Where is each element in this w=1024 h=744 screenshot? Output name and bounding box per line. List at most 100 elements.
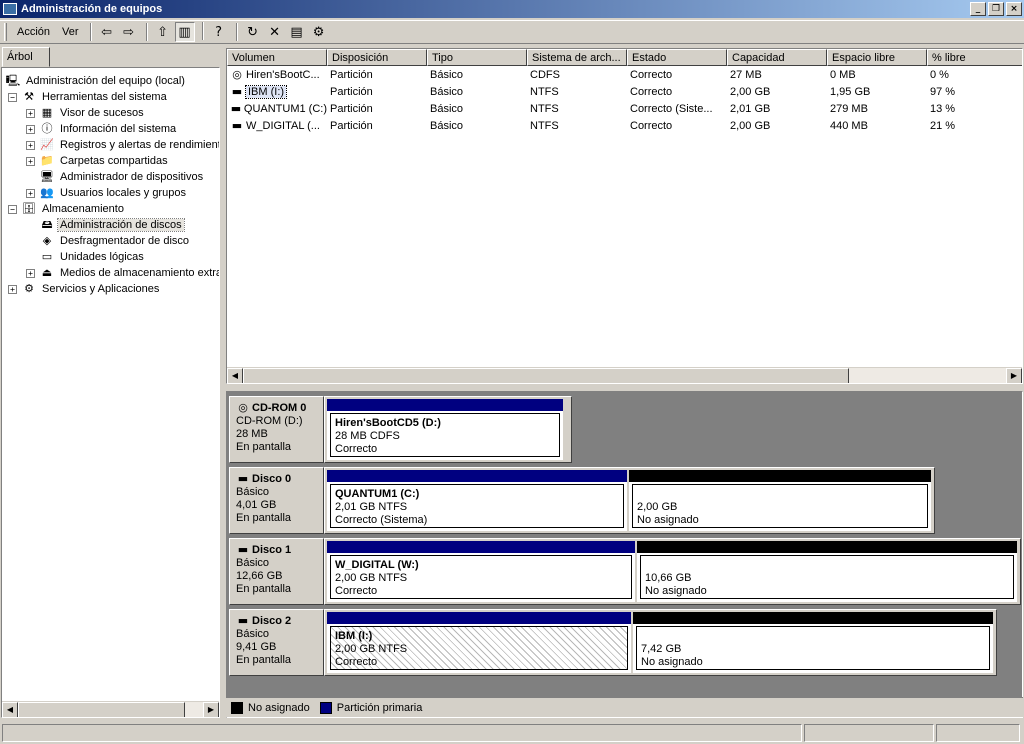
disk-info-3[interactable]: ▬ Disco 2 Básico 9,41 GB En pantalla [229, 609, 324, 676]
scroll-right-icon[interactable]: ▶ [203, 702, 219, 717]
tree-item-device-manager[interactable]: 🖥 Administrador de dispositivos [26, 169, 205, 185]
volume-name-cell[interactable]: ▬ IBM (I:) [227, 84, 327, 100]
volume-name: IBM (I:) [244, 85, 288, 99]
partition-body: 7,42 GB No asignado [636, 626, 990, 670]
legend-swatch [319, 701, 332, 714]
tree-item-defrag[interactable]: ◈ Desfragmentador de disco [26, 233, 191, 249]
disk-info-2[interactable]: ▬ Disco 1 Básico 12,66 GB En pantalla [229, 538, 324, 605]
scroll-right-icon[interactable]: ▶ [1006, 368, 1022, 383]
tree-horizontal-scrollbar[interactable]: ◀ ▶ [2, 701, 219, 717]
disk-size: 9,41 GB [236, 641, 277, 653]
up-folder-icon[interactable]: ⇧ [153, 22, 173, 42]
tree-item-services[interactable]: + ⚙ Servicios y Aplicaciones [8, 281, 161, 297]
scroll-thumb[interactable] [18, 702, 185, 717]
volume-name-cell[interactable]: ▬ W_DIGITAL (... [227, 118, 327, 134]
delete-icon[interactable]: ✕ [265, 22, 285, 42]
tree-line [26, 172, 35, 182]
scroll-left-icon[interactable]: ◀ [227, 368, 243, 383]
properties-icon[interactable]: ▤ [287, 22, 307, 42]
expander-icon[interactable]: + [26, 188, 35, 198]
partition-color-bar [633, 612, 993, 624]
help-icon[interactable]: ? [209, 22, 229, 42]
list-horizontal-scrollbar[interactable]: ◀ ▶ [227, 367, 1022, 383]
close-button[interactable]: × [1006, 2, 1022, 16]
expander-icon[interactable]: + [26, 108, 35, 118]
tree-item-label: Medios de almacenamiento extraí [60, 267, 220, 279]
tree-item-logical-drive[interactable]: ▭ Unidades lógicas [26, 249, 146, 265]
column-header[interactable]: Volumen [227, 49, 327, 66]
disk-status: En pantalla [236, 583, 292, 595]
tree-item-label: Usuarios locales y grupos [60, 187, 186, 199]
unallocated-space[interactable]: 7,42 GB No asignado [633, 612, 993, 673]
disk-size: 4,01 GB [236, 499, 277, 511]
menu-ver[interactable]: Ver [56, 24, 85, 40]
expander-icon[interactable]: + [8, 284, 17, 294]
column-header[interactable]: Sistema de arch... [527, 49, 627, 66]
expander-icon[interactable]: + [26, 268, 35, 278]
tree-item-performance[interactable]: + 📈 Registros y alertas de rendimient [26, 137, 219, 153]
tab-arbol[interactable]: Árbol [2, 47, 50, 67]
tree-item-label: Unidades lógicas [60, 251, 144, 263]
disk-info-0[interactable]: ◎ CD-ROM 0 CD-ROM (D:) 28 MB En pantalla [229, 396, 324, 463]
volume-name-cell[interactable]: ▬ QUANTUM1 (C:) [227, 101, 327, 117]
tree-item-computer[interactable]: 🖳 Administración del equipo (local) [5, 73, 187, 89]
toolbar-separator [89, 23, 92, 41]
hard-drive-icon: ▬ [231, 119, 243, 132]
forward-arrow-icon[interactable]: ⇨ [119, 22, 139, 42]
volume-name-cell[interactable]: ◎ Hiren'sBootC... [227, 67, 327, 83]
tree-line [26, 220, 35, 230]
unallocated-space[interactable]: 10,66 GB No asignado [637, 541, 1017, 602]
expander-icon[interactable]: + [26, 156, 35, 166]
tree-item-label: Administración del equipo (local) [26, 75, 185, 87]
tree-item-shared-folder[interactable]: + 📁 Carpetas compartidas [26, 153, 170, 169]
column-header[interactable]: Disposición [327, 49, 427, 66]
tree-item-event-viewer[interactable]: + ▦ Visor de sucesos [26, 105, 146, 121]
restore-button[interactable]: ❐ [988, 2, 1004, 16]
window-title: Administración de equipos [21, 3, 163, 15]
primary-partition[interactable]: QUANTUM1 (C:) 2,01 GB NTFS Correcto (Siste… [327, 470, 627, 531]
tree-item-storage[interactable]: − 🗄 Almacenamiento [8, 201, 126, 217]
tree-item-system-info[interactable]: + ⓘ Información del sistema [26, 121, 178, 137]
tree-item-tools[interactable]: − ⚒ Herramientas del sistema [8, 89, 169, 105]
primary-partition[interactable]: Hiren'sBootCD5 (D:) 28 MB CDFS Correcto [327, 399, 563, 460]
settings-icon[interactable]: ⚙ [309, 22, 329, 42]
partition-color-bar [327, 612, 631, 624]
table-cell: 440 MB [830, 120, 868, 132]
volume-name: W_DIGITAL (... [246, 120, 320, 132]
back-arrow-icon[interactable]: ⇦ [97, 22, 117, 42]
primary-partition[interactable]: IBM (I:) 2,00 GB NTFS Correcto [327, 612, 631, 673]
table-cell: Correcto [630, 120, 673, 132]
tree-item-label: Desfragmentador de disco [60, 235, 190, 247]
column-header[interactable]: Capacidad [727, 49, 827, 66]
column-header[interactable]: Tipo [427, 49, 527, 66]
show-hide-tree-icon[interactable]: ▥ [174, 22, 195, 42]
cdrom-icon: ◎ [238, 401, 248, 414]
refresh-icon[interactable]: ↻ [243, 22, 263, 42]
expander-icon[interactable]: − [8, 204, 17, 214]
menu-accion[interactable]: Acción [11, 24, 56, 40]
console-tree: 🖳 Administración del equipo (local) − ⚒ Herr… [1, 67, 220, 718]
column-header[interactable]: Estado [627, 49, 727, 66]
unallocated-space[interactable]: 2,00 GB No asignado [629, 470, 931, 531]
scroll-thumb[interactable] [243, 368, 849, 383]
event-viewer-icon: ▦ [41, 106, 53, 119]
disk-info-1[interactable]: ▬ Disco 0 Básico 4,01 GB En pantalla [229, 467, 324, 534]
column-header[interactable]: Espacio libre [827, 49, 927, 66]
expander-icon[interactable]: + [26, 124, 35, 134]
tree-item-users[interactable]: + 👥 Usuarios locales y grupos [26, 185, 188, 201]
column-header[interactable]: % libre [927, 49, 1022, 66]
primary-partition[interactable]: W_DIGITAL (W:) 2,00 GB NTFS Correcto [327, 541, 635, 602]
tree-item-label: Visor de sucesos [60, 107, 144, 119]
minimize-button[interactable]: _ [970, 2, 986, 16]
tree-item-removable-storage[interactable]: + ⏏ Medios de almacenamiento extraí [26, 265, 220, 281]
expander-icon[interactable]: + [26, 140, 35, 150]
tree-item-disk-management[interactable]: 🖴 Administración de discos [26, 217, 185, 233]
expander-icon[interactable]: − [8, 92, 17, 102]
scroll-left-icon[interactable]: ◀ [2, 702, 18, 717]
table-cell: 2,00 GB [730, 120, 771, 132]
table-cell: Básico [430, 120, 464, 132]
toolbar-grip[interactable] [4, 23, 7, 41]
hard-disk-icon: ▬ [237, 614, 249, 627]
partition-status: No asignado [645, 585, 707, 597]
disk-status: En pantalla [236, 441, 292, 453]
